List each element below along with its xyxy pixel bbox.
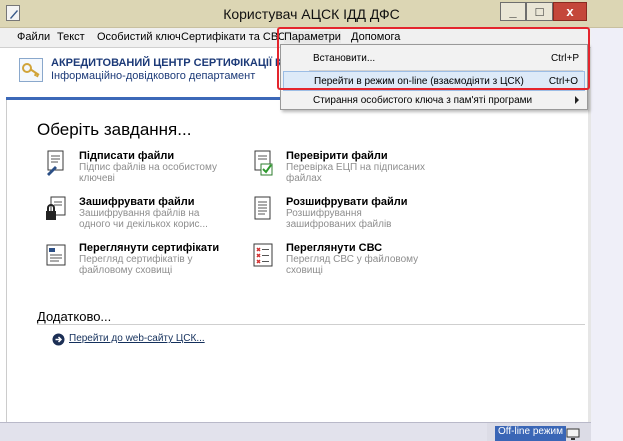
task-title: Переглянути СВС — [286, 242, 383, 254]
banner: АКРЕДИТОВАНИЙ ЦЕНТР СЕРТИФІКАЦІЇ К Інфор… — [7, 48, 282, 90]
task-description: Перегляд СВС у файловому сховищі — [286, 254, 419, 276]
title-bar[interactable]: Користувач АЦСК ІДД ДФС _ □ x — [0, 0, 623, 28]
arrow-right-icon — [52, 333, 65, 349]
task-view-crl[interactable]: Переглянути СВС Перегляд СВС у файловому… — [252, 242, 432, 280]
menu-text[interactable]: Текст — [57, 31, 85, 43]
web-site-link-label[interactable]: Перейти до web-сайту ЦСК... — [69, 333, 205, 344]
task-sign-files[interactable]: Підписати файли Підпис файлів на особист… — [45, 150, 225, 188]
page-title: Оберіть завдання... — [37, 120, 192, 139]
banner-subtitle: Інформаційно-довідкового департамент — [51, 70, 256, 82]
menu-item-label: Стирання особистого ключа з пам'яті прог… — [313, 95, 533, 106]
menu-files[interactable]: Файли — [17, 31, 50, 43]
maximize-button[interactable]: □ — [526, 2, 553, 21]
task-decrypt-files[interactable]: Розшифрувати файли Розшифрування зашифро… — [252, 196, 432, 234]
task-title: Переглянути сертифікати — [79, 242, 220, 254]
task-description: Розшифрування зашифрованих файлів — [286, 208, 392, 230]
key-logo-icon — [19, 58, 43, 82]
status-bar-area — [0, 423, 487, 441]
minimize-button[interactable]: _ — [500, 2, 526, 21]
task-title: Зашифрувати файли — [79, 196, 195, 208]
menu-item-erase-key[interactable]: Стирання особистого ключа з пам'яті прог… — [283, 91, 585, 111]
task-title: Перевірити файли — [286, 150, 388, 162]
annotation-highlight — [277, 27, 590, 90]
background-strip — [591, 28, 623, 441]
task-verify-files[interactable]: Перевірити файли Перевірка ЕЦП на підпис… — [252, 150, 432, 188]
verify-document-icon — [252, 150, 274, 176]
task-view-certificates[interactable]: Переглянути сертифікати Перегляд сертифі… — [45, 242, 225, 280]
menu-personal-key[interactable]: Особистий ключ — [97, 31, 181, 43]
task-description: Зашифрування файлів на одного чи декільк… — [79, 208, 208, 230]
section-title-additional: Додатково... — [37, 309, 112, 324]
section-divider — [37, 324, 585, 325]
offline-network-icon — [566, 427, 580, 441]
decrypt-document-icon — [252, 196, 274, 222]
status-bar: Off-line режим — [0, 422, 591, 441]
close-button[interactable]: x — [553, 2, 587, 21]
task-description: Підпис файлів на особистому ключеві — [79, 162, 217, 184]
task-encrypt-files[interactable]: Зашифрувати файли Зашифрування файлів на… — [45, 196, 225, 234]
encrypt-document-icon — [45, 196, 67, 222]
task-description: Перевірка ЕЦП на підписаних файлах — [286, 162, 425, 184]
menu-certificates[interactable]: Сертифікати та СВС — [181, 31, 286, 43]
task-title: Розшифрувати файли — [286, 196, 408, 208]
banner-title: АКРЕДИТОВАНИЙ ЦЕНТР СЕРТИФІКАЦІЇ К — [51, 57, 282, 69]
revocation-list-icon — [252, 242, 274, 268]
sign-document-icon — [45, 150, 67, 176]
connection-mode-status: Off-line режим — [495, 426, 566, 441]
submenu-arrow-icon — [575, 96, 579, 104]
certificate-icon — [45, 242, 67, 268]
task-title: Підписати файли — [79, 150, 175, 162]
task-description: Перегляд сертифікатів у файловому сховищ… — [79, 254, 193, 276]
